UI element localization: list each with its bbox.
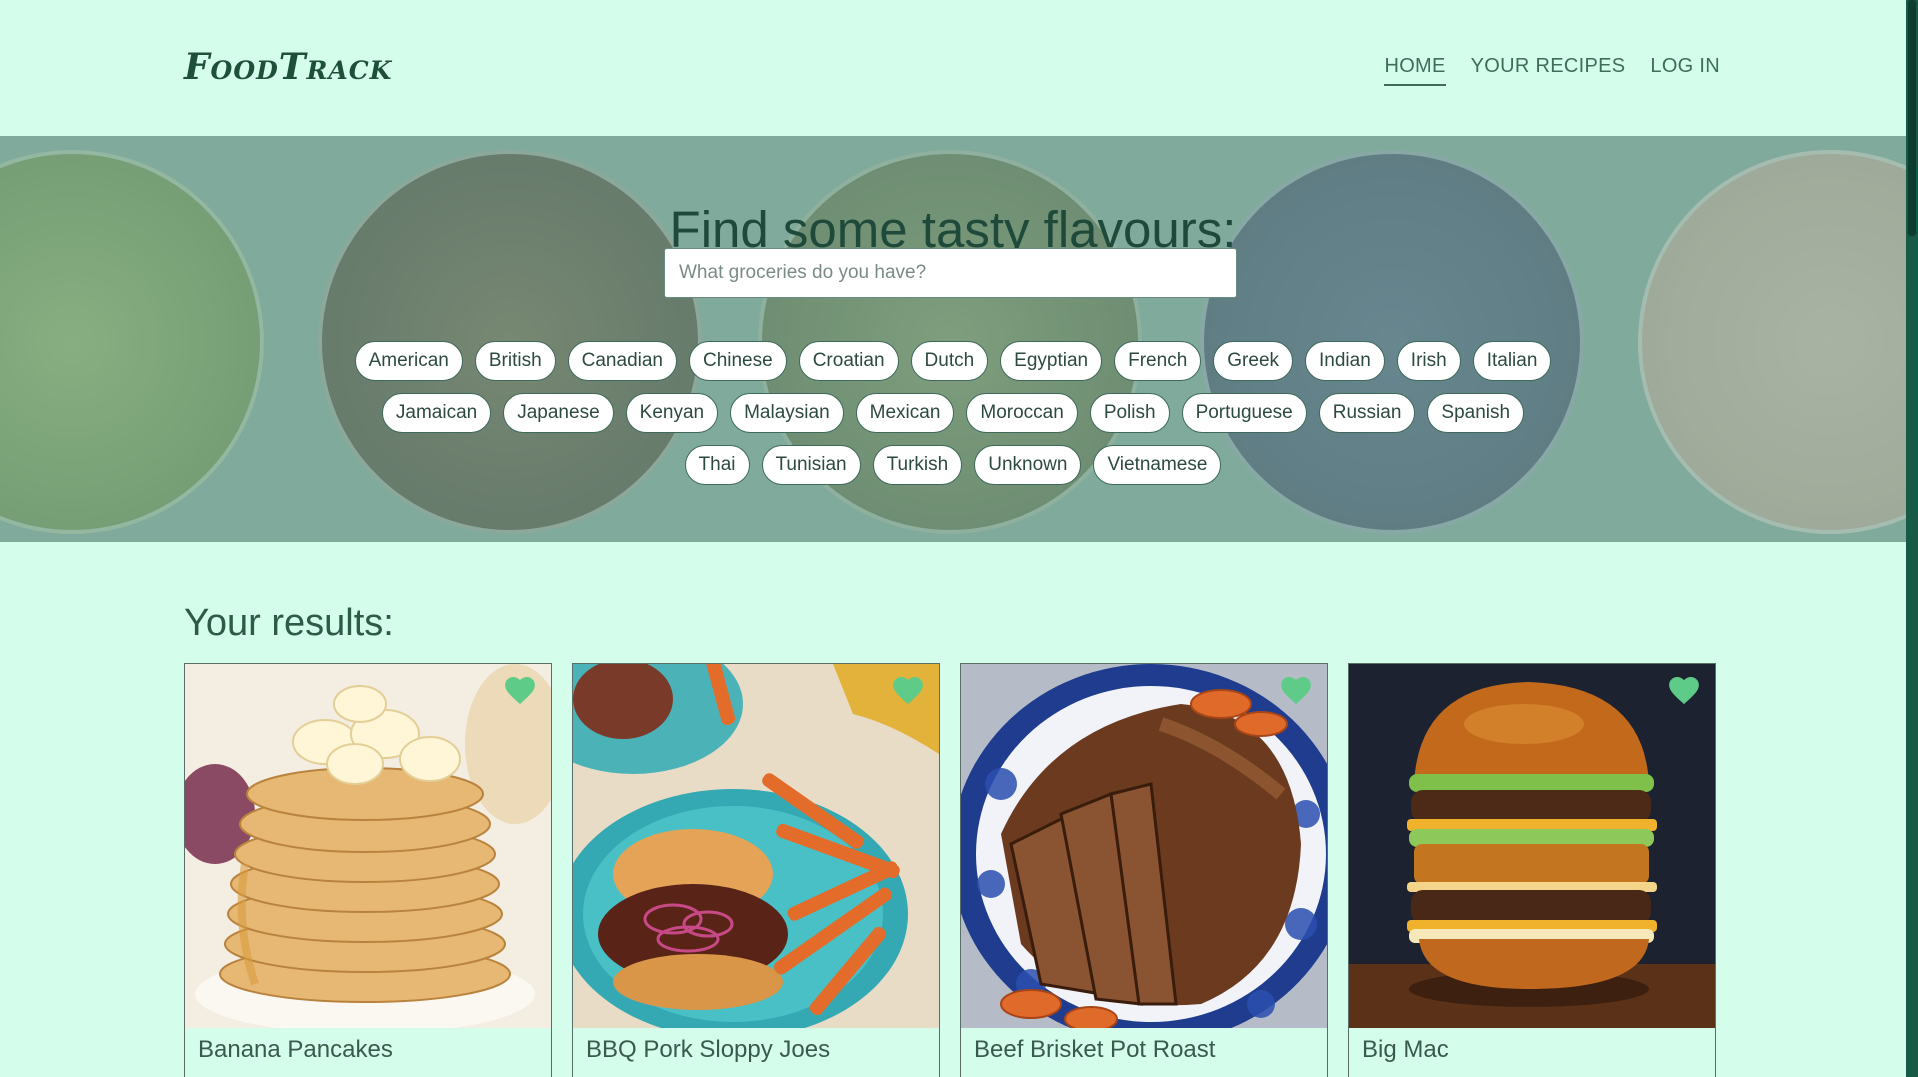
cuisine-tag-egyptian[interactable]: Egyptian — [1000, 341, 1103, 381]
cuisine-tag-row: American British Canadian Chinese Croati… — [0, 341, 1906, 381]
cuisine-tag-polish[interactable]: Polish — [1089, 393, 1170, 433]
page-scrollbar[interactable] — [1906, 0, 1918, 1077]
cuisine-tag-jamaican[interactable]: Jamaican — [381, 393, 492, 433]
cuisine-tag-unknown[interactable]: Unknown — [974, 445, 1082, 485]
nav-links: HOME YOUR RECIPES LOG IN — [1384, 55, 1720, 86]
cuisine-tag-thai[interactable]: Thai — [684, 445, 750, 485]
cuisine-tag-indian[interactable]: Indian — [1305, 341, 1385, 381]
cuisine-tag-kenyan[interactable]: Kenyan — [625, 393, 719, 433]
cuisine-tag-british[interactable]: British — [474, 341, 556, 381]
recipe-photo-bbq-pork-sloppy-joes — [573, 664, 939, 1028]
recipe-card[interactable]: BBQ Pork Sloppy Joes — [572, 663, 940, 1077]
cuisine-tag-turkish[interactable]: Turkish — [872, 445, 963, 485]
cuisine-filter-tags: American British Canadian Chinese Croati… — [0, 341, 1906, 497]
recipe-title: Beef Brisket Pot Roast — [974, 1036, 1216, 1063]
cuisine-tag-greek[interactable]: Greek — [1213, 341, 1294, 381]
heart-icon[interactable] — [1279, 674, 1313, 706]
cuisine-tag-canadian[interactable]: Canadian — [567, 341, 677, 381]
cuisine-tag-vietnamese[interactable]: Vietnamese — [1093, 445, 1222, 485]
recipe-title: BBQ Pork Sloppy Joes — [586, 1036, 831, 1063]
page: FoodTrack HOME YOUR RECIPES LOG IN Find … — [0, 0, 1918, 1077]
cuisine-tag-american[interactable]: American — [354, 341, 463, 381]
cuisine-tag-spanish[interactable]: Spanish — [1427, 393, 1525, 433]
cuisine-tag-italian[interactable]: Italian — [1472, 341, 1552, 381]
cuisine-tag-japanese[interactable]: Japanese — [503, 393, 614, 433]
recipe-card[interactable]: Banana Pancakes — [184, 663, 552, 1077]
cuisine-tag-chinese[interactable]: Chinese — [688, 341, 787, 381]
heart-icon[interactable] — [891, 674, 925, 706]
recipe-title: Banana Pancakes — [198, 1036, 393, 1063]
nav-home-link[interactable]: HOME — [1384, 55, 1446, 86]
recipe-photo-big-mac — [1349, 664, 1715, 1028]
recipe-card[interactable]: Big Mac — [1348, 663, 1716, 1077]
brand-logo[interactable]: FoodTrack — [184, 46, 392, 88]
cuisine-tag-russian[interactable]: Russian — [1318, 393, 1416, 433]
recipe-title: Big Mac — [1362, 1036, 1449, 1063]
cuisine-tag-moroccan[interactable]: Moroccan — [966, 393, 1078, 433]
nav-your-recipes-link[interactable]: YOUR RECIPES — [1471, 55, 1626, 86]
heart-icon[interactable] — [1667, 674, 1701, 706]
cuisine-tag-mexican[interactable]: Mexican — [855, 393, 955, 433]
cuisine-tag-croatian[interactable]: Croatian — [798, 341, 899, 381]
cuisine-tag-tunisian[interactable]: Tunisian — [761, 445, 861, 485]
results-title: Your results: — [184, 601, 394, 644]
navbar: FoodTrack HOME YOUR RECIPES LOG IN — [0, 0, 1906, 136]
recipe-photo-banana-pancakes — [185, 664, 551, 1028]
heart-icon[interactable] — [503, 674, 537, 706]
nav-log-in-link[interactable]: LOG IN — [1650, 55, 1720, 86]
cuisine-tag-dutch[interactable]: Dutch — [910, 341, 989, 381]
cuisine-tag-irish[interactable]: Irish — [1396, 341, 1461, 381]
recipe-card[interactable]: Beef Brisket Pot Roast — [960, 663, 1328, 1077]
cuisine-tag-row: Thai Tunisian Turkish Unknown Vietnamese — [0, 445, 1906, 485]
cuisine-tag-portuguese[interactable]: Portuguese — [1181, 393, 1307, 433]
cuisine-tag-row: Jamaican Japanese Kenyan Malaysian Mexic… — [0, 393, 1906, 433]
cuisine-tag-malaysian[interactable]: Malaysian — [730, 393, 844, 433]
hero-banner: Find some tasty flavours: American Briti… — [0, 136, 1906, 542]
cuisine-tag-french[interactable]: French — [1114, 341, 1202, 381]
recipe-card-grid: Banana Pancakes BBQ Pork Sloppy Joes Bee… — [184, 663, 1716, 1077]
scrollbar-thumb[interactable] — [1908, 0, 1916, 236]
recipe-photo-beef-brisket-pot-roast — [961, 664, 1327, 1028]
groceries-search-input[interactable] — [664, 248, 1237, 298]
